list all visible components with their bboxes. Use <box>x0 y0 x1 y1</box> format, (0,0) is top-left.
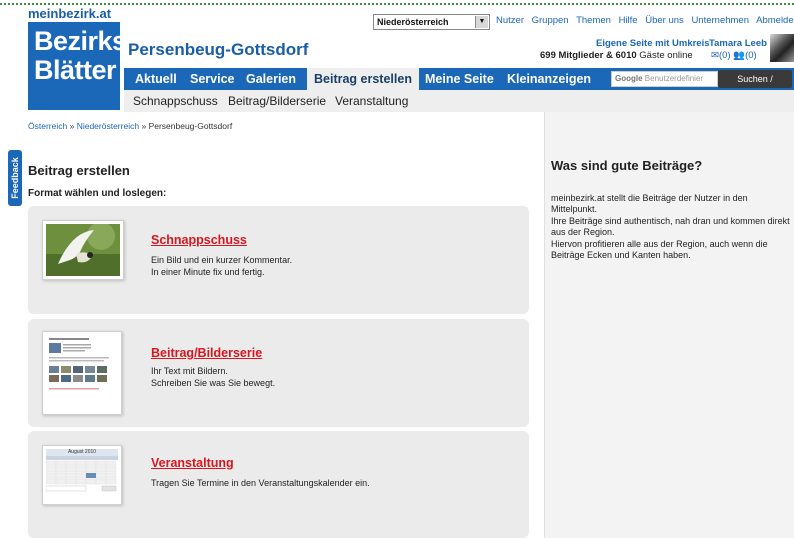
search-button[interactable]: Suchen / <box>718 70 792 88</box>
card-desc-line: Tragen Sie Termine in den Veranstaltungs… <box>151 478 370 488</box>
bezirksblaetter-logo[interactable]: Bezirks Blätter <box>28 22 127 110</box>
bird-photo-icon <box>46 222 120 276</box>
snapshot-thumbnail <box>42 220 124 280</box>
breadcrumb: Österreich » Niederösterreich » Persenbe… <box>28 121 232 131</box>
chevron-down-icon[interactable]: ▼ <box>475 16 488 28</box>
top-nav-gruppen[interactable]: Gruppen <box>532 15 569 26</box>
region-select-value: Niederösterreich <box>377 17 449 27</box>
top-nav-themen[interactable]: Themen <box>576 15 611 26</box>
own-page-link[interactable]: Eigene Seite mit Umkreis <box>596 38 710 49</box>
card-beitrag-link[interactable]: Beitrag/Bilderserie <box>151 346 262 360</box>
calendar-thumbnail: August 2010 <box>42 445 122 505</box>
region-title: Persenbeug-Gottsdorf <box>128 40 309 59</box>
sub-nav-beitrag-bilderserie[interactable]: Beitrag/Bilderserie <box>228 90 326 112</box>
page-subtitle: Format wählen und loslegen: <box>28 188 167 199</box>
card-schnappschuss[interactable]: Schnappschuss Ein Bild und ein kurzer Ko… <box>28 206 529 314</box>
top-nav: Nutzer Gruppen Themen Hilfe Über uns Unt… <box>496 15 794 26</box>
feedback-label: Feedback <box>10 157 20 199</box>
card-schnappschuss-link[interactable]: Schnappschuss <box>151 233 247 247</box>
main-nav-galerien[interactable]: Galerien <box>239 68 303 90</box>
main-nav-kleinanzeigen[interactable]: Kleinanzeigen <box>500 68 598 90</box>
search-placeholder: Benutzerdefinier <box>644 74 704 83</box>
sub-nav: Schnappschuss Beitrag/Bilderserie Verans… <box>124 90 794 112</box>
user-counters: ✉(0) 👥(0) <box>711 50 757 61</box>
calendar-grid-icon <box>45 456 118 492</box>
breadcrumb-sep: » <box>141 121 147 131</box>
article-page-icon <box>49 338 109 390</box>
friends-count[interactable]: (0) <box>745 50 757 61</box>
card-veranstaltung[interactable]: August 2010 Veranstaltung Tragen Sie Ter… <box>28 431 529 538</box>
card-desc-line: Schreiben Sie was Sie bewegt. <box>151 378 276 388</box>
sidebar-paragraph: Ihre Beiträge sind authentisch, nah dran… <box>551 215 790 238</box>
avatar[interactable] <box>770 34 794 62</box>
card-beitrag-desc: Ihr Text mit Bildern. Schreiben Sie was … <box>151 365 275 389</box>
messages-icon[interactable]: ✉ <box>711 50 719 61</box>
top-nav-unternehmen[interactable]: Unternehmen <box>691 15 749 26</box>
members-text: Mitglieder & <box>558 50 613 61</box>
card-veranstaltung-desc: Tragen Sie Termine in den Veranstaltungs… <box>151 477 370 489</box>
card-veranstaltung-link[interactable]: Veranstaltung <box>151 456 234 470</box>
top-nav-ueber-uns[interactable]: Über uns <box>645 15 684 26</box>
guests-text: Gäste online <box>639 50 693 61</box>
top-dotted-border <box>0 3 794 5</box>
card-schnappschuss-desc: Ein Bild und ein kurzer Kommentar. In ei… <box>151 254 292 278</box>
article-thumbnail <box>42 331 122 415</box>
sidebar-panel <box>544 112 794 538</box>
breadcrumb-oesterreich[interactable]: Österreich <box>28 121 67 131</box>
sidebar-paragraph: Hiervon profitieren alle aus der Region,… <box>551 238 768 261</box>
sub-nav-schnappschuss[interactable]: Schnappschuss <box>133 90 218 112</box>
breadcrumb-sep: » <box>69 121 75 131</box>
main-nav-meine-seite[interactable]: Meine Seite <box>418 68 501 90</box>
breadcrumb-niederoesterreich[interactable]: Niederösterreich <box>77 121 139 131</box>
google-logo: Google <box>615 74 643 83</box>
site-name[interactable]: meinbezirk.at <box>28 6 111 21</box>
card-beitrag-bilderserie[interactable]: Beitrag/Bilderserie Ihr Text mit Bildern… <box>28 319 529 427</box>
logo-line2: Blätter <box>34 55 117 85</box>
calendar-month: August 2010 <box>46 449 118 456</box>
top-nav-nutzer[interactable]: Nutzer <box>496 15 524 26</box>
main-nav: Aktuell Service Galerien Beitrag erstell… <box>124 68 794 90</box>
feedback-tab[interactable]: Feedback <box>8 150 22 206</box>
search-input[interactable]: Google Benutzerdefinier <box>611 71 718 87</box>
user-name-link[interactable]: Tamara Leeb <box>709 38 767 49</box>
friends-icon[interactable]: 👥 <box>733 50 745 61</box>
breadcrumb-current: Persenbeug-Gottsdorf <box>148 121 233 131</box>
online-info: 699 Mitglieder & 6010 Gäste online <box>540 50 693 61</box>
logo-line1: Bezirks <box>34 26 127 56</box>
card-desc-line: Ihr Text mit Bildern. <box>151 366 228 376</box>
main-nav-beitrag-erstellen[interactable]: Beitrag erstellen <box>307 68 419 90</box>
main-nav-aktuell[interactable]: Aktuell <box>128 68 184 90</box>
sidebar-title: Was sind gute Beiträge? <box>551 158 703 173</box>
members-count: 699 <box>540 50 556 61</box>
card-desc-line: In einer Minute fix und fertig. <box>151 267 265 277</box>
card-desc-line: Ein Bild und ein kurzer Kommentar. <box>151 255 293 265</box>
sidebar-text: meinbezirk.at stellt die Beiträge der Nu… <box>551 193 791 261</box>
top-nav-abmelden[interactable]: Abmelden <box>756 15 794 26</box>
main-nav-service[interactable]: Service <box>183 68 241 90</box>
sub-nav-veranstaltung[interactable]: Veranstaltung <box>335 90 408 112</box>
top-nav-hilfe[interactable]: Hilfe <box>619 15 638 26</box>
guests-count: 6010 <box>615 50 637 61</box>
messages-count[interactable]: (0) <box>719 50 731 61</box>
region-select[interactable]: Niederösterreich ▼ <box>373 14 490 30</box>
sidebar-paragraph: meinbezirk.at stellt die Beiträge der Nu… <box>551 193 748 215</box>
page-title: Beitrag erstellen <box>28 163 130 178</box>
